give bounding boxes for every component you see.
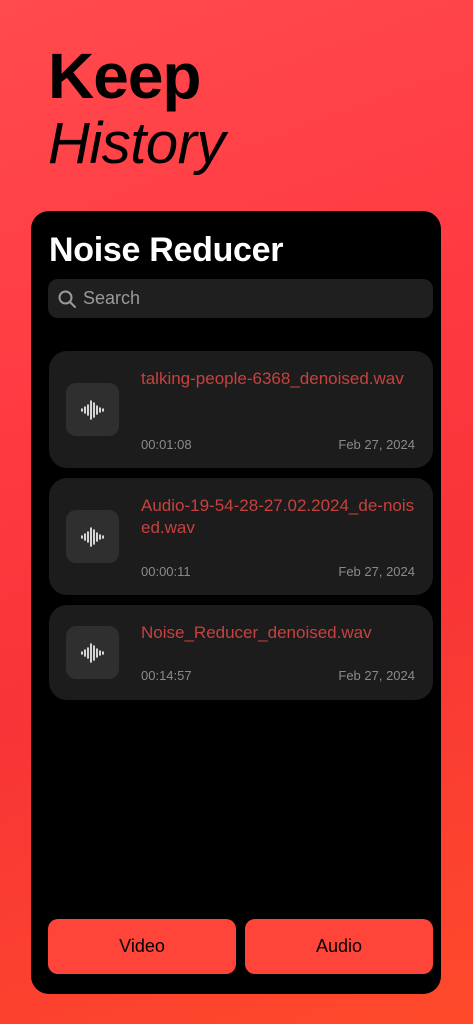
file-duration: 00:00:11 <box>141 564 191 579</box>
file-date: Feb 27, 2024 <box>338 668 415 683</box>
file-meta: 00:14:57 Feb 27, 2024 <box>141 668 415 683</box>
file-list-item[interactable]: talking-people-6368_denoised.wav 00:01:0… <box>49 351 433 468</box>
hero-heading: Keep History <box>48 40 225 176</box>
app-screen: Noise Reducer Search talking-people-6368… <box>31 211 441 994</box>
video-button[interactable]: Video <box>48 919 236 974</box>
file-duration: 00:14:57 <box>141 668 192 683</box>
file-date: Feb 27, 2024 <box>338 564 415 579</box>
waveform-icon <box>66 626 119 679</box>
search-input[interactable]: Search <box>48 279 433 318</box>
file-duration: 00:01:08 <box>141 437 192 452</box>
file-meta: 00:00:11 Feb 27, 2024 <box>141 564 415 579</box>
search-placeholder: Search <box>83 288 141 308</box>
search-icon <box>58 290 76 308</box>
page-title: Noise Reducer <box>49 231 284 269</box>
hero-title-history: History <box>48 111 225 176</box>
file-name: Audio-19-54-28-27.02.2024_de-noised.wav <box>141 496 415 537</box>
file-name: Noise_Reducer_denoised.wav <box>141 623 372 642</box>
waveform-icon <box>66 383 119 436</box>
audio-button[interactable]: Audio <box>245 919 433 974</box>
file-list-item[interactable]: Audio-19-54-28-27.02.2024_de-noised.wav … <box>49 478 433 595</box>
hero-title-keep: Keep <box>48 40 201 112</box>
file-meta: 00:01:08 Feb 27, 2024 <box>141 437 415 452</box>
waveform-icon <box>66 510 119 563</box>
file-date: Feb 27, 2024 <box>338 437 415 452</box>
file-name: talking-people-6368_denoised.wav <box>141 369 404 388</box>
file-list-item[interactable]: Noise_Reducer_denoised.wav 00:14:57 Feb … <box>49 605 433 700</box>
